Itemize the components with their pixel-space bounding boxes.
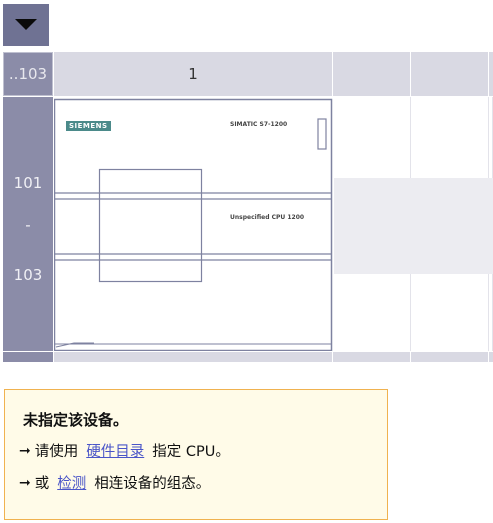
row-label-dash: - bbox=[25, 216, 31, 234]
unspecified-cpu-device[interactable]: SIEMENS SIMATIC S7-1200 Unspecified CPU … bbox=[54, 97, 333, 351]
info-line-catalog: ➞ 请使用 硬件目录 指定 CPU。 bbox=[19, 440, 230, 461]
scroll-strip-slot-3 bbox=[411, 352, 489, 362]
product-line-label: SIMATIC S7-1200 bbox=[230, 121, 288, 128]
collapse-button[interactable] bbox=[3, 4, 49, 46]
scroll-strip-slot-4 bbox=[489, 352, 493, 362]
scroll-strip-slot-1 bbox=[54, 352, 333, 362]
arrow-right-icon: ➞ bbox=[19, 474, 31, 491]
slot-range-header[interactable]: ..103 bbox=[3, 52, 53, 96]
info-line-detect: ➞ 或 检测 相连设备的组态。 bbox=[19, 472, 210, 493]
row-label-start: 101 bbox=[13, 174, 43, 192]
info-line-2-prefix: 或 bbox=[34, 476, 50, 492]
column-header-slot-3[interactable] bbox=[411, 52, 489, 96]
scroll-strip-slot-2 bbox=[333, 352, 411, 362]
detect-link[interactable]: 检测 bbox=[57, 472, 86, 493]
info-line-1-prefix: 请使用 bbox=[34, 444, 79, 460]
arrow-right-icon: ➞ bbox=[19, 442, 31, 459]
scroll-strip-left bbox=[3, 352, 54, 362]
info-line-1-suffix: 指定 CPU。 bbox=[152, 444, 230, 460]
column-header-slot-4[interactable] bbox=[489, 52, 493, 96]
rack-rail-band bbox=[334, 178, 493, 274]
triangle-down-icon bbox=[15, 19, 37, 30]
column-header-slot-2[interactable] bbox=[333, 52, 411, 96]
info-line-2-suffix: 相连设备的组态。 bbox=[94, 476, 211, 492]
row-label-end: 103 bbox=[13, 266, 43, 284]
info-title: 未指定该设备。 bbox=[23, 411, 129, 429]
hardware-catalog-link[interactable]: 硬件目录 bbox=[86, 440, 144, 461]
cpu-outline-drawing bbox=[54, 98, 333, 351]
column-header-slot-1[interactable]: 1 bbox=[54, 52, 333, 96]
device-info-box: 未指定该设备。 ➞ 请使用 硬件目录 指定 CPU。 ➞ 或 检测 相连设备的组… bbox=[4, 389, 388, 520]
model-label: Unspecified CPU 1200 bbox=[230, 214, 305, 221]
siemens-logo: SIEMENS bbox=[66, 121, 111, 131]
